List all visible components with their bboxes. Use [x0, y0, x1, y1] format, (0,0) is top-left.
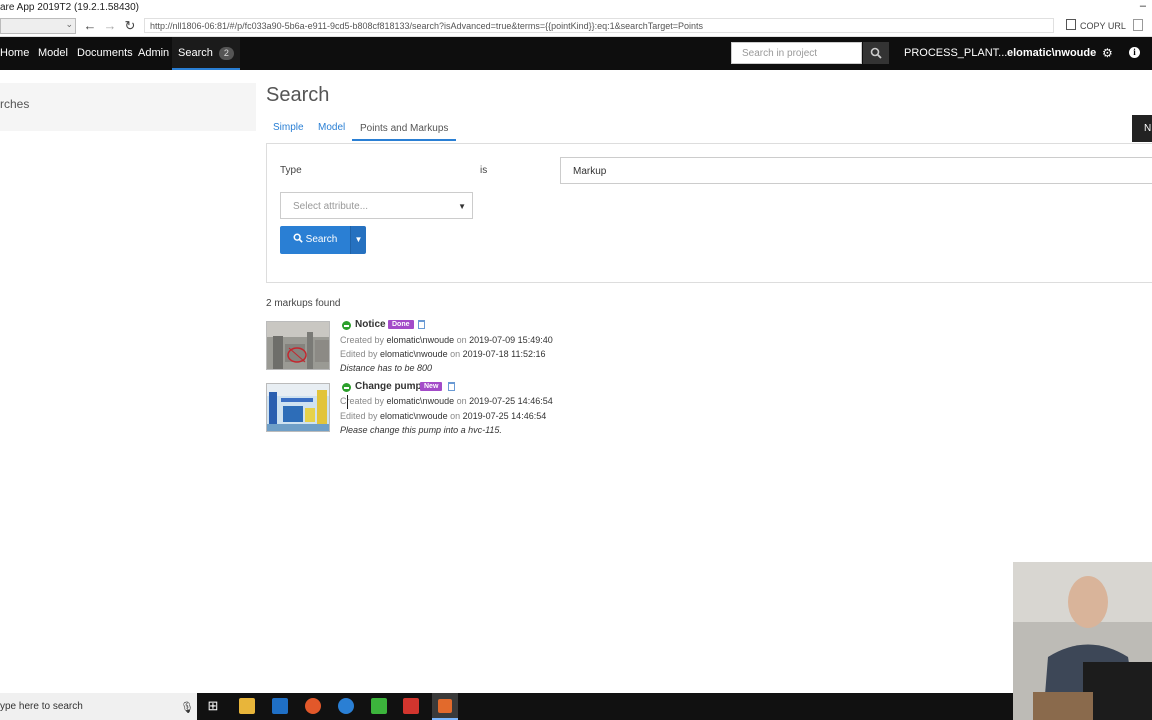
outlook-icon[interactable] [272, 698, 288, 714]
tab-simple[interactable]: Simple [273, 122, 304, 133]
top-navbar: Home Model Documents Admin Search 2 PROCE… [0, 37, 1152, 70]
created-at: 2019-07-09 15:49:40 [469, 335, 553, 345]
edited-on-text: on [450, 349, 461, 359]
microphone-icon[interactable]: 🎙 [180, 701, 194, 714]
taskbar-search-placeholder: ype here to search [0, 701, 83, 712]
edited-on-text: on [450, 411, 461, 421]
edited-by: elomatic\nwoude [380, 411, 448, 421]
trash-icon[interactable] [418, 320, 425, 329]
window-title: are App 2019T2 (19.2.1.58430) [0, 2, 139, 13]
webcam-overlay [1013, 562, 1152, 720]
nav-home[interactable]: Home [0, 37, 29, 70]
tab-points-and-markups[interactable]: Points and Markups [352, 116, 457, 141]
created-at: 2019-07-25 14:46:54 [469, 396, 553, 406]
markup-edited: Edited by elomatic\nwoude on 2019-07-25 … [340, 411, 546, 421]
nav-search[interactable]: Search 2 [172, 37, 240, 70]
status-badge: New [420, 382, 443, 391]
markup-edited: Edited by elomatic\nwoude on 2019-07-18 … [340, 349, 546, 359]
created-on-text: on [456, 396, 467, 406]
edited-at: 2019-07-18 11:52:16 [462, 349, 546, 359]
attribute-select[interactable]: Select attribute... ▼ [280, 192, 473, 219]
tab-selector[interactable]: ⌄ [0, 18, 76, 34]
search-icon [870, 47, 882, 59]
file-explorer-icon[interactable] [239, 698, 255, 714]
window-titlebar: are App 2019T2 (19.2.1.58430) – [0, 0, 1152, 16]
forward-icon[interactable]: → [102, 18, 118, 34]
edited-prefix: Edited by [340, 349, 378, 359]
clipboard-icon[interactable] [1133, 19, 1143, 31]
search-options-dropdown[interactable]: ▼ [350, 226, 366, 254]
created-by: elomatic\nwoude [386, 396, 455, 406]
project-search-button[interactable] [863, 42, 889, 64]
taskbar-search[interactable]: ype here to search [0, 693, 197, 720]
project-selector[interactable]: PROCESS_PLANT... [904, 37, 1007, 70]
back-icon[interactable]: ← [82, 18, 98, 34]
edited-at: 2019-07-25 14:46:54 [462, 411, 547, 421]
nav-documents[interactable]: Documents [77, 37, 133, 70]
tab-model[interactable]: Model [318, 122, 345, 133]
markup-thumbnail-image [267, 322, 329, 369]
edited-by: elomatic\nwoude [380, 349, 448, 359]
address-bar: ⌄ ← → ↻ http://nll1806-06:81/#/p/fc033a9… [0, 16, 1152, 37]
project-search-input[interactable] [731, 42, 862, 64]
operator-label: is [480, 165, 488, 176]
type-label: Type [280, 165, 302, 176]
gear-icon[interactable]: ⚙ [1102, 37, 1113, 70]
edge-icon[interactable] [338, 698, 354, 714]
markup-thumbnail[interactable] [266, 383, 330, 432]
saved-searches-panel: rches [0, 83, 256, 131]
nav-admin[interactable]: Admin [138, 37, 169, 70]
app-green-icon[interactable] [371, 698, 387, 714]
active-app-icon[interactable] [432, 693, 458, 720]
nav-model[interactable]: Model [38, 37, 68, 70]
markup-description: Distance has to be 800 [340, 363, 433, 373]
webcam-image [1013, 562, 1152, 720]
task-view-icon[interactable]: ⊞ [205, 698, 221, 714]
chevron-down-icon: ⌄ [65, 19, 73, 29]
nav-search-label: Search [178, 47, 213, 59]
status-icon [342, 321, 351, 330]
attribute-select-placeholder: Select attribute... [293, 201, 369, 212]
user-menu[interactable]: elomatic\nwoude [1007, 37, 1096, 70]
saved-searches-label: rches [0, 97, 30, 111]
search-icon [293, 233, 303, 243]
markup-description: Please change this pump into a hvc-115. [340, 425, 502, 435]
markup-title[interactable]: Change pump [355, 381, 422, 392]
firefox-icon[interactable] [305, 698, 321, 714]
markup-thumbnail[interactable] [266, 321, 330, 370]
trash-icon[interactable] [448, 382, 455, 391]
search-submit-label: Search [305, 234, 338, 245]
markup-title[interactable]: Notice [355, 319, 386, 330]
markup-thumbnail-image [267, 384, 329, 431]
status-badge: Done [388, 320, 414, 329]
new-button[interactable]: N [1132, 115, 1152, 142]
created-on-text: on [456, 335, 467, 345]
copy-icon [1066, 19, 1076, 30]
markup-created: Created by elomatic\nwoude on 2019-07-09… [340, 335, 553, 345]
created-by: elomatic\nwoude [386, 335, 455, 345]
markup-created: Created by elomatic\nwoude on 2019-07-25… [340, 396, 553, 406]
created-prefix: Created by [340, 335, 385, 345]
url-field[interactable]: http://nll1806-06:81/#/p/fc033a90-5b6a-e… [144, 18, 1054, 33]
text-cursor [347, 395, 350, 409]
info-icon[interactable]: i [1129, 47, 1140, 58]
app-red-icon[interactable] [403, 698, 419, 714]
minimize-button[interactable]: – [1140, 0, 1146, 12]
copy-url-label: COPY URL [1080, 21, 1126, 31]
search-submit-button[interactable]: Search [280, 226, 350, 254]
results-count: 2 markups found [266, 298, 341, 309]
reload-icon[interactable]: ↻ [122, 18, 138, 34]
page-title: Search [266, 84, 330, 106]
search-count-badge: 2 [218, 47, 234, 60]
type-value-field[interactable]: Markup [560, 157, 1152, 184]
status-icon [342, 383, 351, 392]
edited-prefix: Edited by [340, 411, 378, 421]
copy-url-button[interactable]: COPY URL [1066, 19, 1126, 31]
caret-down-icon: ▼ [458, 202, 466, 211]
